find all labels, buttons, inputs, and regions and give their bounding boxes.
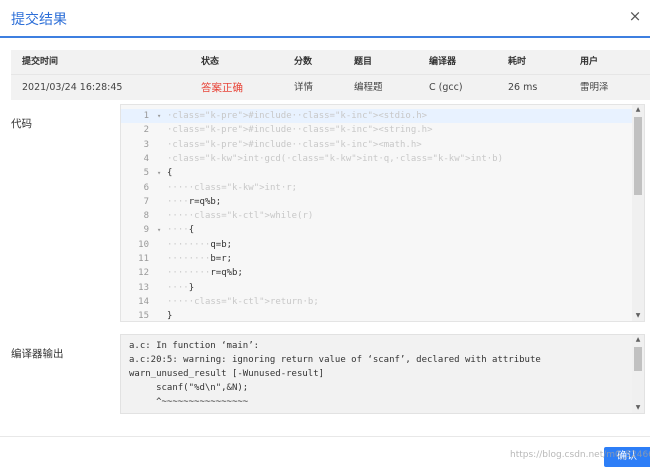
code-line: 15} <box>121 309 633 322</box>
code-text: ·class="k-kw">int·gcd(·class="k-kw">int·… <box>167 153 504 164</box>
code-text: { <box>167 168 173 179</box>
fold-arrow-icon[interactable]: ▾ <box>157 166 161 180</box>
code-line: 3 ·class="k-pre">#include··class="k-inc">… <box>121 138 633 152</box>
header-user: 用户 <box>580 57 599 67</box>
result-table: 提交时间 状态 分数 题目 编译器 耗时 用户 2021/03/24 16:28… <box>11 50 650 100</box>
compiler-output-label: 编译器输出 <box>11 348 64 360</box>
scroll-up-icon[interactable]: ▲ <box>632 105 644 115</box>
output-line: a.c: In function ‘main’: <box>129 341 260 351</box>
user-name: 雷明泽 <box>580 82 609 93</box>
header-status: 状态 <box>201 57 220 67</box>
line-number: 12 <box>138 268 149 279</box>
scroll-down-icon[interactable]: ▼ <box>632 311 644 321</box>
output-scrollbar[interactable]: ▲ ▼ <box>632 335 644 413</box>
compiler-output-box[interactable]: a.c: In function ‘main’: a.c:20:5: warni… <box>120 334 645 414</box>
output-line: ^~~~~~~~~~~~~~~~~ <box>129 397 249 407</box>
time-cost: 26 ms <box>508 82 538 93</box>
header-submit-time: 提交时间 <box>22 57 59 67</box>
scrollbar-thumb[interactable] <box>634 117 642 195</box>
code-line: 7 ····r=q%b; <box>121 195 633 209</box>
line-number: 10 <box>138 239 149 250</box>
code-text: ·····class="k-ctl">return·b; <box>167 296 319 307</box>
code-line: 2 ·class="k-pre">#include··class="k-inc">… <box>121 123 633 137</box>
code-text: ·class="k-pre">#include··class="k-inc"><… <box>167 125 433 136</box>
code-text: ····} <box>167 282 195 293</box>
code-line: 9 ▾ ····{ <box>121 223 633 237</box>
scroll-up-icon[interactable]: ▲ <box>632 335 644 345</box>
header-score: 分数 <box>294 57 313 67</box>
footer-divider <box>0 436 650 437</box>
table-header-row: 提交时间 状态 分数 题目 编译器 耗时 用户 <box>11 50 650 74</box>
header-time-cost: 耗时 <box>508 57 527 67</box>
code-line: 11 ········b=r; <box>121 252 633 266</box>
line-number: 5 <box>143 168 149 179</box>
code-line: 12 ········r=q%b; <box>121 266 633 280</box>
fold-arrow-icon[interactable]: ▾ <box>157 223 161 237</box>
code-text: ·····class="k-kw">int·r; <box>167 182 298 193</box>
line-number: 9 <box>143 225 149 236</box>
line-number: 14 <box>138 296 149 307</box>
code-line: 13 ····} <box>121 281 633 295</box>
line-number: 11 <box>138 254 149 264</box>
code-line: 14 ·····class="k-ctl">return·b; <box>121 295 633 309</box>
code-editor[interactable]: 1 ▾ ·class="k-pre">#include··class="k-inc"… <box>120 104 645 322</box>
dialog-title: 提交结果 <box>11 12 67 28</box>
header-compiler: 编译器 <box>429 57 457 67</box>
code-text: ·class="k-pre">#include··class="k-inc"><… <box>167 111 428 121</box>
close-icon[interactable]: × <box>627 8 643 24</box>
table-row: 2021/03/24 16:28:45 答案正确 详情 编程题 C (gcc) … <box>11 74 650 100</box>
code-line: 4 ·class="k-kw">int·gcd(·class="k-kw">int… <box>121 152 633 166</box>
output-line: scanf("%d\n",&N); <box>129 383 249 393</box>
status-badge: 答案正确 <box>201 82 243 94</box>
code-scrollbar[interactable]: ▲ ▼ <box>632 105 644 321</box>
code-text: ········q=b; <box>167 239 233 250</box>
line-number: 2 <box>143 125 149 136</box>
line-number: 6 <box>143 182 149 193</box>
code-label: 代码 <box>11 118 32 130</box>
fold-arrow-icon[interactable]: ▾ <box>157 109 161 123</box>
line-number: 8 <box>143 211 149 222</box>
code-text: ········r=q%b; <box>167 268 243 279</box>
code-text: } <box>167 311 173 322</box>
code-line: 1 ▾ ·class="k-pre">#include··class="k-inc"… <box>121 109 633 124</box>
code-text: ········b=r; <box>167 254 233 264</box>
code-line: 8 ·····class="k-ctl">while(r) <box>121 209 633 223</box>
dialog-header: 提交结果 × <box>0 0 650 38</box>
code-text: ·class="k-pre">#include··class="k-inc"><… <box>167 139 422 150</box>
code-line: 5 ▾ { <box>121 166 633 180</box>
line-number: 13 <box>138 282 149 293</box>
scrollbar-thumb[interactable] <box>634 347 642 371</box>
line-number: 3 <box>143 139 149 150</box>
output-line: a.c:20:5: warning: ignoring return value… <box>129 355 541 365</box>
scroll-down-icon[interactable]: ▼ <box>632 403 644 413</box>
header-problem: 题目 <box>354 57 373 67</box>
problem-type: 编程题 <box>354 82 383 93</box>
compiler-name: C (gcc) <box>429 82 463 93</box>
line-number: 15 <box>138 311 149 322</box>
code-text: ·····class="k-ctl">while(r) <box>167 211 314 222</box>
line-number: 1 <box>143 111 149 121</box>
code-text: ····{ <box>167 225 195 236</box>
line-number: 7 <box>143 196 149 207</box>
score-detail-link[interactable]: 详情 <box>294 75 313 101</box>
watermark: https://blog.csdn.net/m0_52466554 <box>510 450 650 460</box>
output-line: warn_unused_result [-Wunused-result] <box>129 369 325 379</box>
code-text: ····r=q%b; <box>167 196 222 207</box>
submit-time: 2021/03/24 16:28:45 <box>22 82 123 93</box>
line-number: 4 <box>143 153 149 164</box>
code-line: 6 ·····class="k-kw">int·r; <box>121 181 633 195</box>
code-line: 10 ········q=b; <box>121 238 633 252</box>
